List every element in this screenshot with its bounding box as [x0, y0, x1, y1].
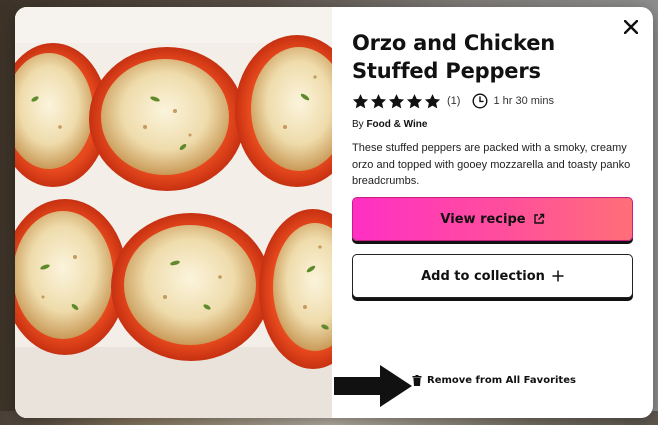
star-rating: [352, 93, 441, 110]
byline: By Food & Wine: [352, 119, 633, 130]
recipe-photo: [15, 7, 332, 418]
star-icon: [406, 93, 423, 108]
recipe-modal: Orzo and Chicken Stuffed Peppers (1) 1 h…: [15, 7, 653, 418]
external-link-icon: [533, 213, 545, 225]
recipe-meta: (1) 1 hr 30 mins: [352, 92, 633, 110]
recipe-details: Orzo and Chicken Stuffed Peppers (1) 1 h…: [352, 29, 633, 190]
pointer-arrow-icon: [334, 365, 412, 407]
star-icon: [352, 93, 369, 108]
plus-icon: [552, 270, 564, 282]
star-icon: [370, 93, 387, 108]
recipe-description: These stuffed peppers are packed with a …: [352, 142, 631, 187]
star-icon: [388, 93, 405, 108]
remove-from-favorites-link[interactable]: Remove from All Favorites: [412, 375, 576, 386]
byline-prefix: By: [352, 119, 367, 130]
remove-from-favorites-label: Remove from All Favorites: [427, 375, 576, 386]
cook-time: 1 hr 30 mins: [493, 95, 554, 107]
star-icon: [424, 93, 441, 108]
add-to-collection-button[interactable]: Add to collection: [352, 254, 633, 298]
add-to-collection-label: Add to collection: [421, 268, 545, 284]
view-recipe-label: View recipe: [440, 211, 526, 227]
rating-count: (1): [447, 95, 461, 107]
view-recipe-button[interactable]: View recipe: [352, 197, 633, 241]
recipe-source: Food & Wine: [366, 119, 428, 130]
clock-icon: [472, 93, 488, 109]
recipe-title: Orzo and Chicken Stuffed Peppers: [352, 31, 556, 83]
